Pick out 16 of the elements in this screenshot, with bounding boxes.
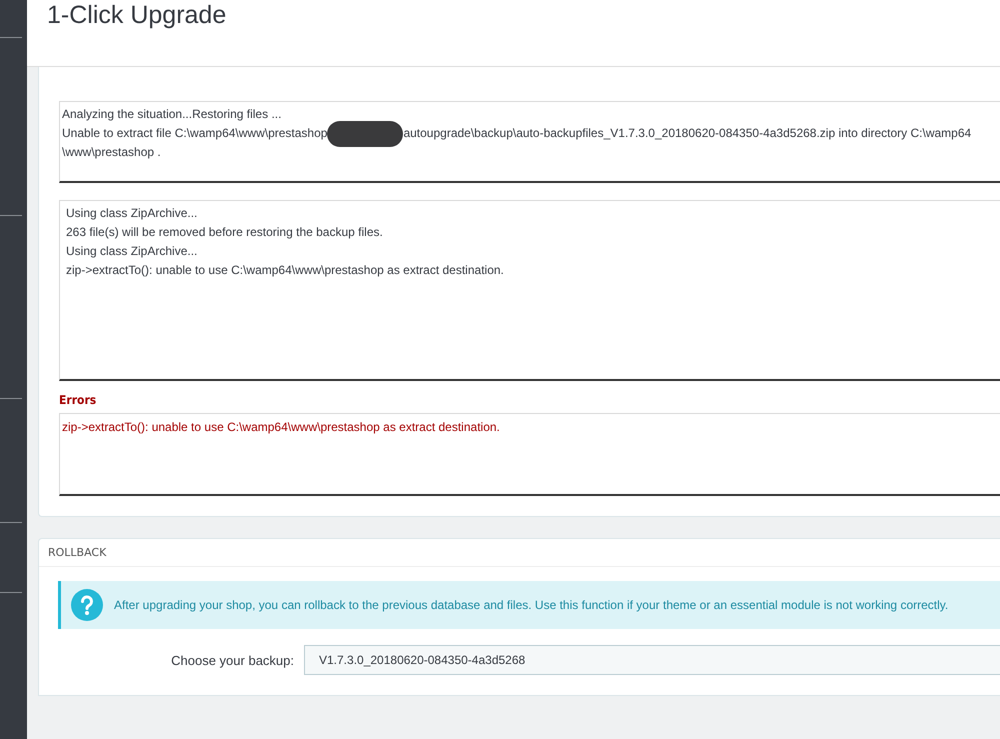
backup-label: Choose your backup: (170, 652, 295, 668)
log-line: Analyzing the situation...Restoring files ... (62, 106, 282, 123)
page-title: 1-Click Upgrade (47, 0, 228, 30)
log-line: Using class ZipArchive... (66, 243, 198, 260)
panel-heading: ROLLBACK (39, 539, 1000, 567)
log-text: Unable to extract file C:\wamp64\www\prestashop (62, 126, 328, 140)
info-text: After upgrading your shop, you can rollback to the previous database and files. Use this function if your theme or an essential module is not working correctly. (114, 598, 948, 612)
error-line: zip->extractTo(): unable to use C:\wamp64\www\prestashop as extract destination. (62, 419, 501, 436)
log-line: zip->extractTo(): unable to use C:\wamp64\www\prestashop as extract destination. (66, 262, 505, 279)
log-line: \www\prestashop . (62, 144, 162, 161)
errors-label: Errors (59, 393, 98, 407)
help-icon (71, 589, 103, 621)
log-line: Using class ZipArchive... (66, 205, 198, 222)
log-text: autoupgrade\backup\auto-backupfiles_V1.7.3.0_20180620-084350-4a3d5268.zip into directory C:\wamp64 (403, 126, 972, 140)
log-line: 263 file(s) will be removed before restoring the backup files. (66, 224, 384, 241)
backup-select[interactable]: V1.7.3.0_20180620-084350-4a3d5268 (304, 645, 1000, 675)
